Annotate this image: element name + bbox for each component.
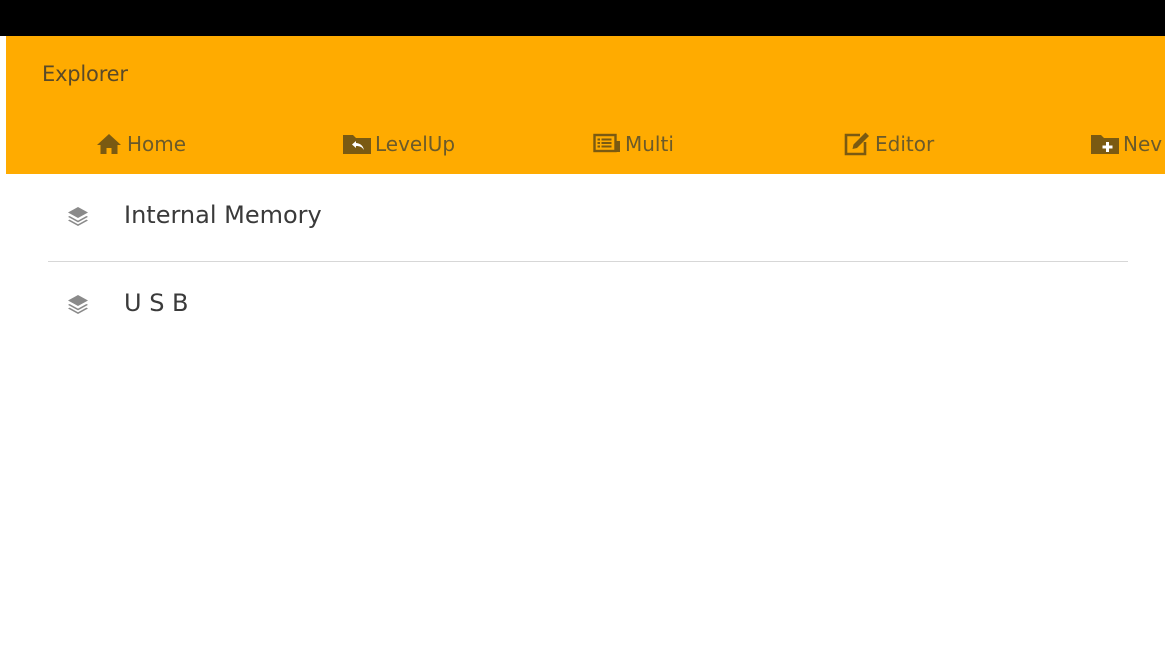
home-button[interactable]: Home [94,128,186,160]
editor-button[interactable]: Editor [842,128,934,160]
new-folder-label: Nev [1123,132,1163,156]
storage-item-label: Internal Memory [124,201,322,229]
folder-level-up-icon [342,130,372,158]
new-folder-icon [1090,130,1120,158]
multi-button[interactable]: Multi [592,128,674,160]
editor-label: Editor [875,132,935,156]
layers-icon [66,204,90,228]
level-up-label: LevelUp [375,132,456,156]
multi-label: Multi [625,132,674,156]
toolbar: Home LevelUp Multi Editor Nev [6,128,1165,160]
storage-item-usb[interactable]: U S B [0,262,1165,350]
level-up-button[interactable]: LevelUp [342,128,455,160]
new-folder-button[interactable]: Nev [1090,128,1162,160]
app-bar: Explorer Home LevelUp Multi Editor Nev [6,36,1165,174]
multi-select-icon [592,130,622,158]
storage-item-internal-memory[interactable]: Internal Memory [0,174,1165,262]
home-label: Home [127,132,187,156]
status-bar [0,0,1165,36]
edit-icon [842,130,872,158]
home-icon [94,130,124,158]
storage-item-label: U S B [124,289,189,317]
layers-icon [66,292,90,316]
app-title: Explorer [42,62,128,86]
